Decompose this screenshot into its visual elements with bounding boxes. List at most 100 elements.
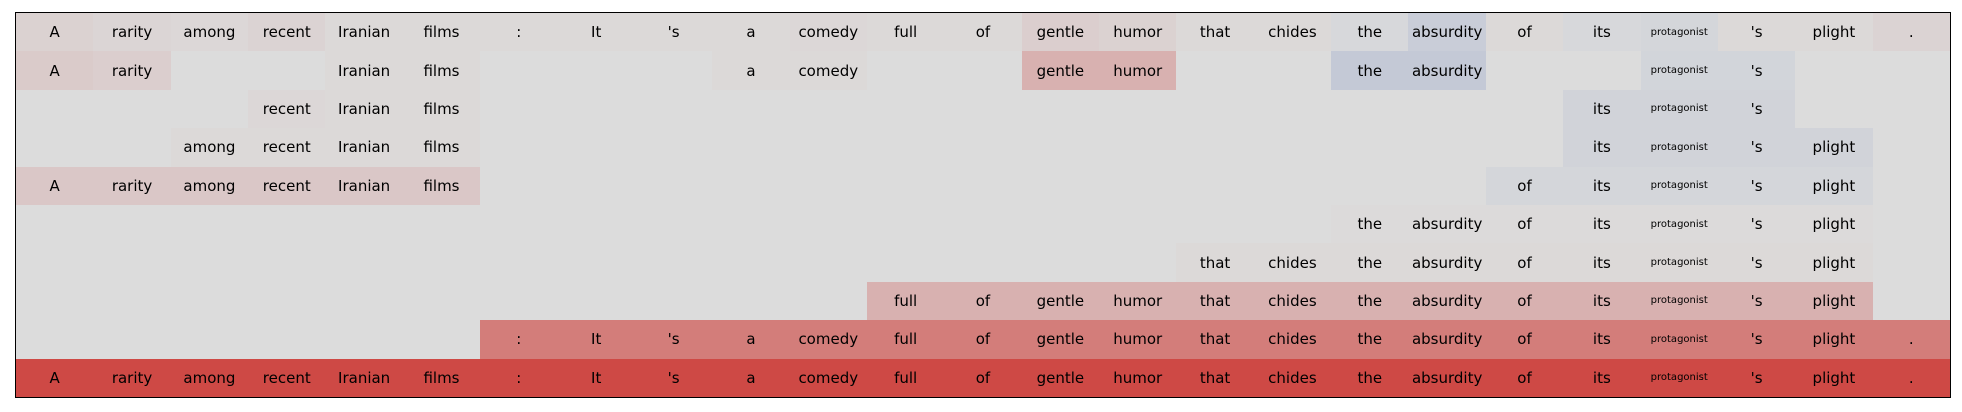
heatmap-cell: plight [1795, 281, 1873, 321]
heatmap-cell: protagonist [1640, 358, 1718, 397]
heatmap-cell: gentle [1021, 51, 1100, 90]
heatmap-cell: chides [1253, 358, 1332, 397]
heatmap-cell: A [16, 358, 94, 397]
heatmap-cell: protagonist [1640, 128, 1718, 167]
heatmap-cell: comedy [789, 51, 867, 90]
heatmap-cell: recent [248, 89, 326, 129]
heatmap-cell: of [944, 13, 1022, 52]
heatmap-cell: of [1485, 13, 1564, 52]
heatmap-cell: 's [1717, 320, 1796, 359]
heatmap-cell: recent [248, 128, 326, 167]
heatmap-cell: protagonist [1640, 281, 1718, 321]
heatmap-cell: gentle [1021, 358, 1100, 397]
heatmap-cell: its [1563, 166, 1641, 205]
heatmap-cell: Iranian [325, 358, 403, 397]
heatmap-cell: films [402, 358, 481, 397]
heatmap-cell: absurdity [1408, 13, 1486, 52]
heatmap-cell: 's [1717, 89, 1796, 129]
heatmap-cell: 's [1717, 358, 1796, 397]
heatmap-cell: of [1485, 205, 1564, 244]
heatmap-cell: its [1563, 89, 1641, 129]
heatmap-cell: Iranian [325, 128, 403, 167]
heatmap-cell: 's [634, 13, 713, 52]
heatmap-cell: plight [1795, 128, 1873, 167]
heatmap-cell: 's [1717, 205, 1796, 244]
heatmap-cell: its [1563, 205, 1641, 244]
heatmap-cell: Iranian [325, 51, 403, 90]
heatmap-cell: humor [1099, 13, 1177, 52]
heatmap-cell: a [712, 51, 790, 90]
heatmap-cell: plight [1795, 205, 1873, 244]
heatmap-cell: of [1485, 166, 1564, 205]
heatmap-cell: comedy [789, 358, 867, 397]
heatmap-cell: plight [1795, 243, 1873, 282]
heatmap-cell: plight [1795, 358, 1873, 397]
heatmap-cell: the [1331, 51, 1409, 90]
heatmap-cell: plight [1795, 320, 1873, 359]
heatmap-cell: of [1485, 281, 1564, 321]
heatmap-cell: its [1563, 320, 1641, 359]
heatmap-cell: protagonist [1640, 89, 1718, 129]
heatmap-cell: It [557, 358, 635, 397]
heatmap-cell: full [866, 320, 945, 359]
heatmap-cell: absurdity [1408, 358, 1486, 397]
heatmap-cell: films [402, 51, 481, 90]
heatmap-cell: : [480, 320, 558, 359]
heatmap-cell: of [944, 320, 1022, 359]
heatmap-cell: protagonist [1640, 166, 1718, 205]
attribution-heatmap: Ararity among recent Iranian films: It's a come… [15, 12, 1951, 398]
heatmap-cell: of [944, 281, 1022, 321]
heatmap-cell: the [1331, 281, 1409, 321]
heatmap-cell: humor [1099, 320, 1177, 359]
heatmap-cell: the [1331, 13, 1409, 52]
heatmap-cell: rarity [93, 358, 171, 397]
heatmap-cell: its [1563, 13, 1641, 52]
heatmap-cell: : [480, 358, 558, 397]
heatmap-cell: absurdity [1408, 205, 1486, 244]
heatmap-cell: 's [634, 320, 713, 359]
heatmap-cell: recent [248, 166, 326, 205]
heatmap-cell: of [1485, 358, 1564, 397]
heatmap-cell: 's [1717, 51, 1796, 90]
heatmap-cell: humor [1099, 51, 1177, 90]
heatmap-cell: gentle [1021, 281, 1100, 321]
heatmap-cell: full [866, 358, 945, 397]
heatmap-cell: of [1485, 243, 1564, 282]
heatmap-cell: of [944, 358, 1022, 397]
heatmap-cell: . [1872, 358, 1950, 397]
heatmap-cell: among [170, 358, 249, 397]
heatmap-cell: A [16, 166, 94, 205]
heatmap-cell: gentle [1021, 320, 1100, 359]
heatmap-cell: a [712, 13, 790, 52]
heatmap-cell: films [402, 13, 481, 52]
heatmap-cell: full [866, 13, 945, 52]
heatmap-cell: recent [248, 13, 326, 52]
heatmap-cell: protagonist [1640, 51, 1718, 90]
heatmap-cell: absurdity [1408, 281, 1486, 321]
heatmap-cell: 's [1717, 281, 1796, 321]
heatmap-cell: films [402, 89, 481, 129]
heatmap-cell: It [557, 13, 635, 52]
heatmap-cell: that [1176, 281, 1254, 321]
heatmap-cell: gentle [1021, 13, 1100, 52]
heatmap-cell: the [1331, 320, 1409, 359]
heatmap-cell: a [712, 358, 790, 397]
heatmap-cell: chides [1253, 243, 1332, 282]
heatmap-cell: its [1563, 281, 1641, 321]
heatmap-cell: plight [1795, 166, 1873, 205]
heatmap-cell: of [1485, 320, 1564, 359]
heatmap-cell: chides [1253, 320, 1332, 359]
heatmap-cell: . [1872, 320, 1950, 359]
heatmap-cell: among [170, 166, 249, 205]
heatmap-cell: protagonist [1640, 243, 1718, 282]
heatmap-cell: comedy [789, 320, 867, 359]
heatmap-cell: among [170, 13, 249, 52]
heatmap-cell: protagonist [1640, 320, 1718, 359]
heatmap-cell: 's [1717, 166, 1796, 205]
heatmap-cell: the [1331, 243, 1409, 282]
heatmap-cell: humor [1099, 358, 1177, 397]
heatmap-cell: the [1331, 205, 1409, 244]
heatmap-cell: It [557, 320, 635, 359]
heatmap-cell: Iranian [325, 89, 403, 129]
heatmap-cell: the [1331, 358, 1409, 397]
